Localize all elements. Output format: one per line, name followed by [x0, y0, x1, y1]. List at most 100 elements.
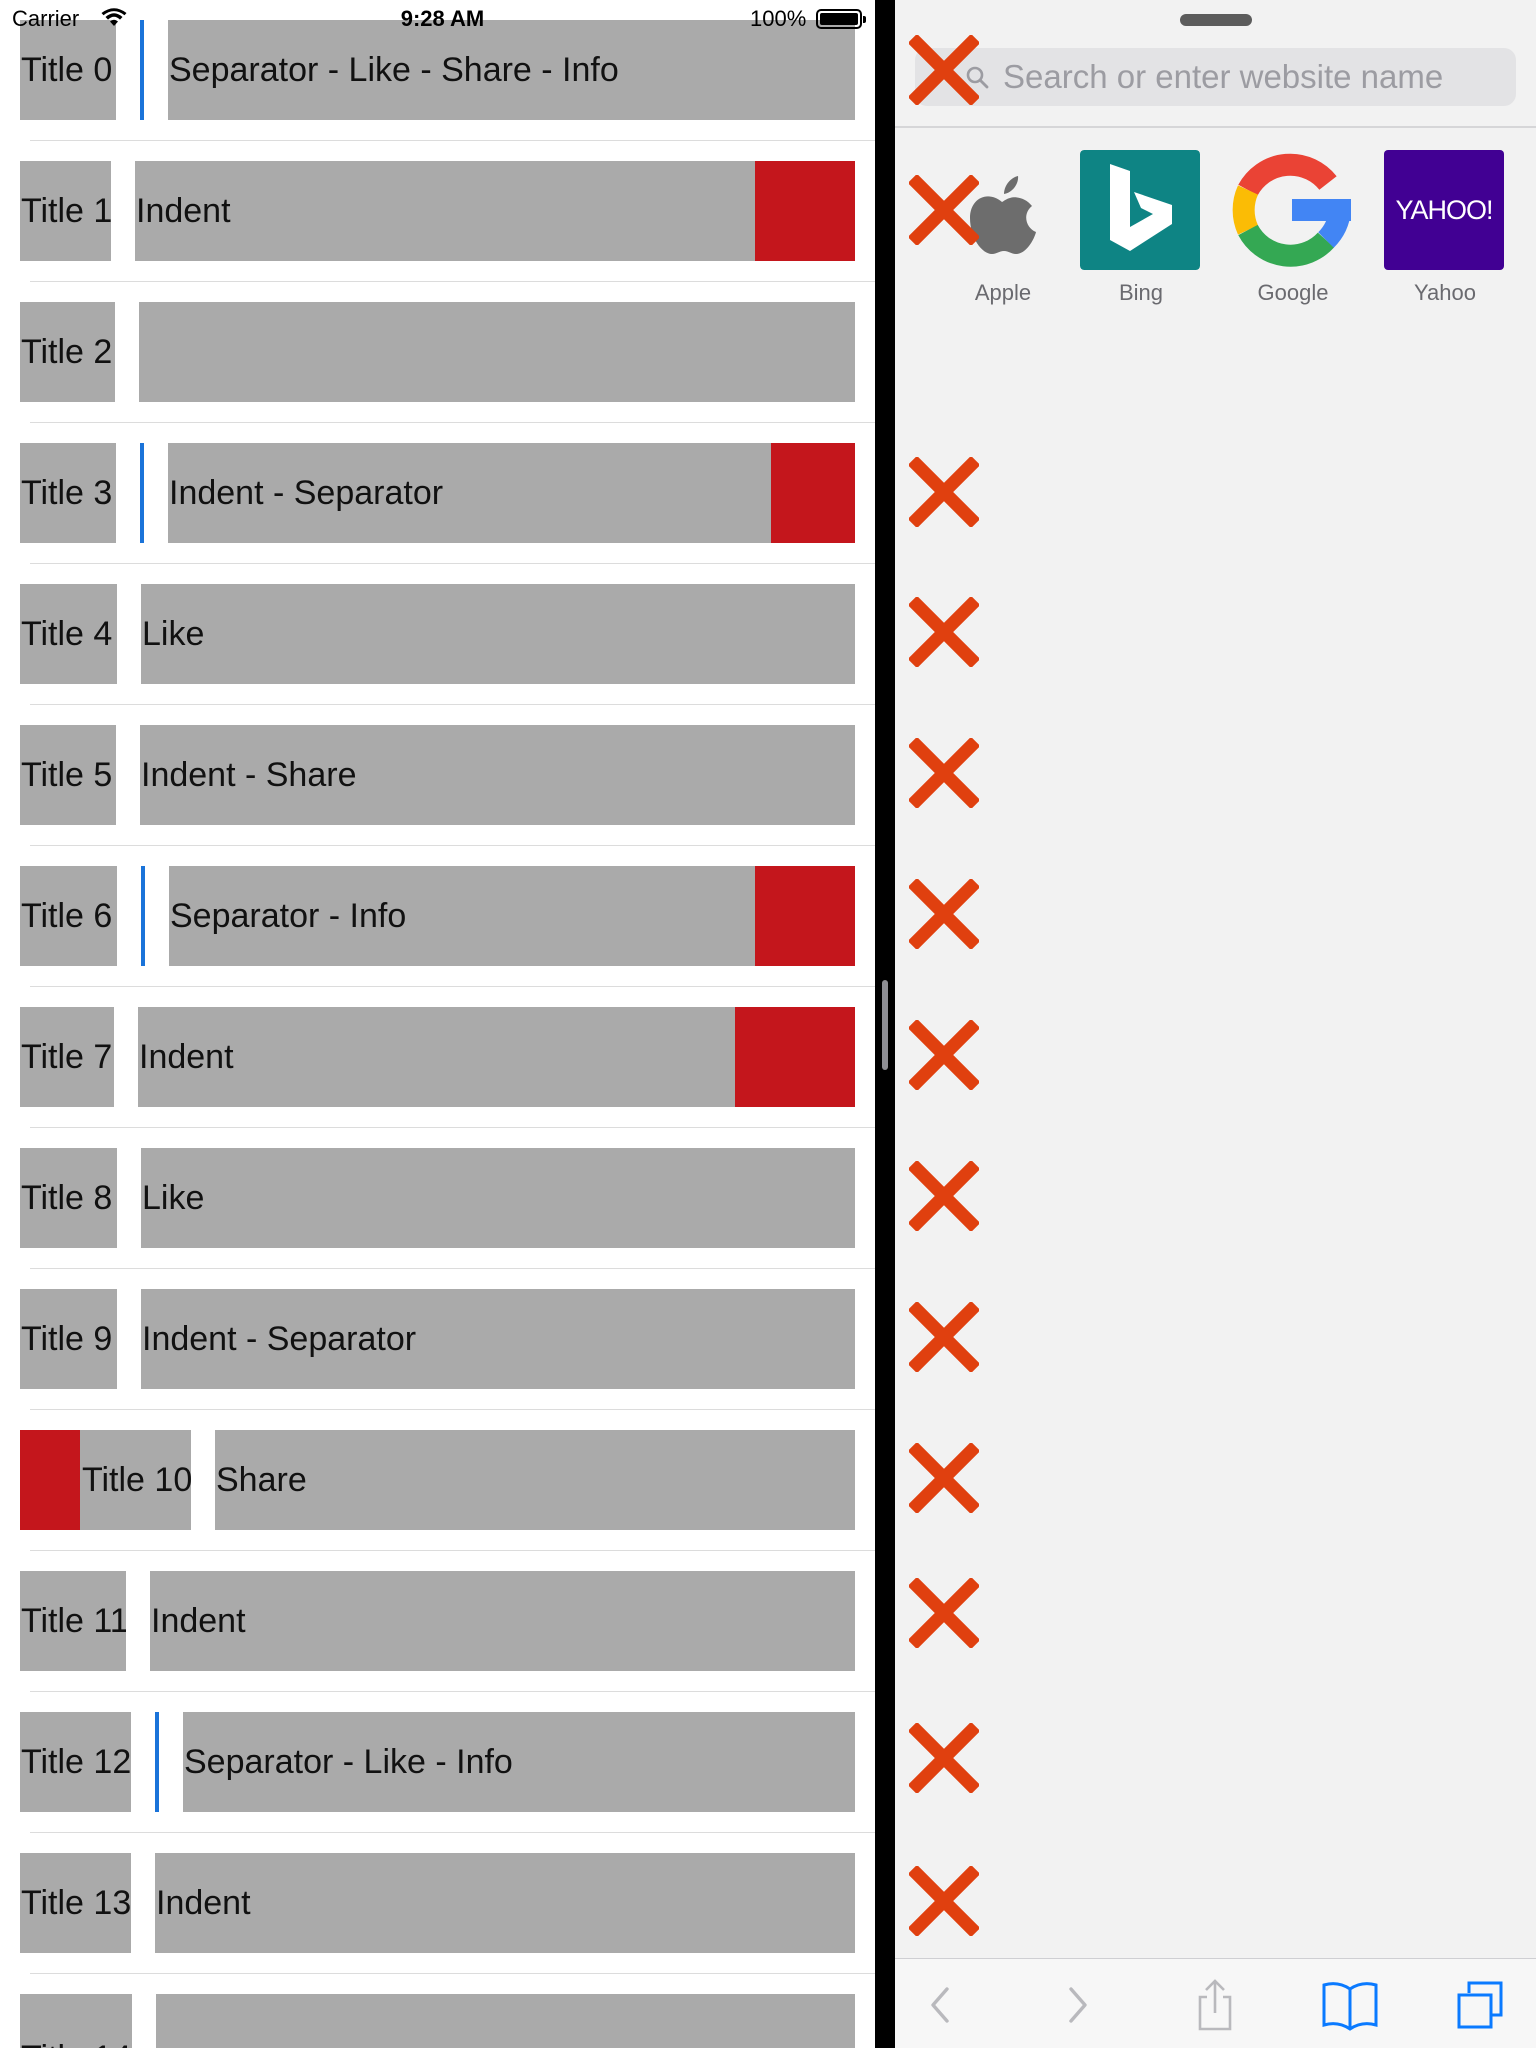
row-title: Title 11	[21, 1602, 126, 1640]
row-content[interactable]: Indent - Separator	[168, 443, 855, 543]
row-title-box: Title 12	[20, 1712, 131, 1812]
row-title-box: Title 1	[20, 161, 111, 261]
row-content-label: Indent - Separator	[169, 474, 444, 512]
table-row[interactable]: Title 3 Indent - Separator	[0, 423, 875, 564]
status-bar: Carrier 9:28 AM 100%	[0, 0, 875, 40]
table-row[interactable]: Title 12 Separator - Like - Info	[0, 1692, 875, 1833]
table-row[interactable]: Title 9 Indent - Separator	[0, 1269, 875, 1410]
row-content[interactable]: Indent	[155, 1853, 855, 1953]
red-x-mark-icon	[909, 879, 979, 949]
table-row[interactable]: Title 10 Share	[0, 1410, 875, 1551]
row-title-box: Title 6	[20, 866, 117, 966]
row-title-box: Title 3	[20, 443, 116, 543]
row-content[interactable]: Indent	[135, 161, 855, 261]
clock: 9:28 AM	[400, 6, 485, 31]
back-icon[interactable]	[915, 1979, 965, 2031]
row-title: Title 5	[21, 756, 113, 794]
row-title-box: Title 14	[20, 1994, 132, 2048]
row-content[interactable]: Indent	[138, 1007, 855, 1107]
row-title: Title 7	[21, 1038, 113, 1076]
table-view[interactable]: Carrier 9:28 AM 100% Title 0 Separator -…	[0, 0, 875, 2048]
search-input[interactable]: Search or enter website name	[915, 48, 1516, 106]
table-row[interactable]: Title 2	[0, 282, 875, 423]
row-title-box: Title 13	[20, 1853, 131, 1953]
row-content-label: Like	[142, 615, 205, 653]
row-content-label: Indent - Share	[141, 756, 357, 794]
red-x-mark-icon	[909, 738, 979, 808]
browser-toolbar	[895, 1958, 1536, 2048]
row-content-label: Indent	[151, 1602, 246, 1640]
table-row[interactable]: Title 5 Indent - Share	[0, 705, 875, 846]
separator-indicator	[155, 1712, 159, 1812]
row-content[interactable]: Share	[215, 1430, 855, 1530]
row-content[interactable]: Separator - Info	[169, 866, 855, 966]
table-row[interactable]: Title 1 Indent	[0, 141, 875, 282]
favorite-label: Yahoo	[1414, 280, 1476, 305]
red-x-mark-icon	[909, 1578, 979, 1648]
tabs-icon[interactable]	[1455, 1979, 1505, 2031]
red-x-mark-icon	[909, 1723, 979, 1793]
table-row[interactable]: Title 8 Like	[0, 1128, 875, 1269]
red-x-mark-icon	[909, 1302, 979, 1372]
row-title: Title 6	[21, 897, 113, 935]
red-x-mark-icon	[909, 457, 979, 527]
row-title: Title 1	[21, 192, 111, 230]
row-title: Title 9	[21, 1320, 113, 1358]
battery-percentage: 100%	[750, 6, 807, 31]
row-title-box: Title 9	[20, 1289, 117, 1389]
row-content-label: Indent	[156, 1884, 251, 1922]
row-title: Title 3	[21, 474, 113, 512]
table-row[interactable]: Title 6 Separator - Info	[0, 846, 875, 987]
share-icon[interactable]	[1190, 1979, 1240, 2031]
search-placeholder: Search or enter website name	[1003, 58, 1444, 95]
table-row[interactable]: Title 14	[0, 1974, 875, 2048]
header-divider	[895, 126, 1536, 128]
red-x-mark-icon	[909, 597, 979, 667]
red-x-mark-icon	[909, 1443, 979, 1513]
row-content[interactable]	[156, 1994, 855, 2048]
row-content[interactable]: Like	[141, 584, 855, 684]
row-content[interactable]	[139, 302, 855, 402]
trailing-action-block[interactable]	[755, 866, 855, 966]
google-logo-icon	[1232, 153, 1351, 267]
red-x-mark-icon	[909, 1020, 979, 1090]
row-content[interactable]: Indent	[150, 1571, 855, 1671]
bing-logo-icon	[1080, 150, 1200, 270]
row-title-box: Title 10	[20, 1430, 191, 1530]
row-content-label: Share	[216, 1461, 307, 1499]
row-title: Title 2	[21, 333, 113, 371]
table-row[interactable]: Title 11 Indent	[0, 1551, 875, 1692]
trailing-action-block[interactable]	[735, 1007, 855, 1107]
row-title: Title 8	[21, 1179, 113, 1217]
row-title-box: Title 5	[20, 725, 116, 825]
row-content-label: Separator - Like - Info	[184, 1743, 513, 1781]
row-content[interactable]: Indent - Separator	[141, 1289, 855, 1389]
table-row[interactable]: Title 7 Indent	[0, 987, 875, 1128]
red-x-mark-icon	[909, 1161, 979, 1231]
forward-icon[interactable]	[1053, 1979, 1103, 2031]
row-content[interactable]: Like	[141, 1148, 855, 1248]
row-content[interactable]: Indent - Share	[140, 725, 855, 825]
red-x-mark-icon	[909, 35, 979, 105]
split-view-drag-handle[interactable]	[882, 980, 888, 1070]
row-title: Title 12	[21, 1743, 131, 1781]
trailing-action-block[interactable]	[771, 443, 855, 543]
row-title: Title 14	[21, 2008, 131, 2048]
favorite-label: Google	[1257, 280, 1329, 305]
browser-pane: Search or enter website name Apple Bing …	[895, 0, 1536, 2048]
bookmarks-icon[interactable]	[1320, 1979, 1380, 2031]
red-x-mark-icon	[909, 1866, 979, 1936]
window-grabber-handle[interactable]	[1180, 14, 1252, 26]
row-content-label: Indent	[136, 192, 231, 230]
row-title-box: Title 2	[20, 302, 115, 402]
row-content-label: Like	[142, 1179, 205, 1217]
row-title: Title 10	[82, 1461, 191, 1499]
row-content[interactable]: Separator - Like - Info	[183, 1712, 855, 1812]
table-row[interactable]: Title 4 Like	[0, 564, 875, 705]
table-row[interactable]: Title 13 Indent	[0, 1833, 875, 1974]
row-content-label: Indent - Separator	[142, 1320, 417, 1358]
row-content-label: Separator - Info	[170, 897, 407, 935]
row-title-box: Title 4	[20, 584, 117, 684]
trailing-action-block[interactable]	[755, 161, 855, 261]
leading-action-block[interactable]	[20, 1430, 80, 1530]
